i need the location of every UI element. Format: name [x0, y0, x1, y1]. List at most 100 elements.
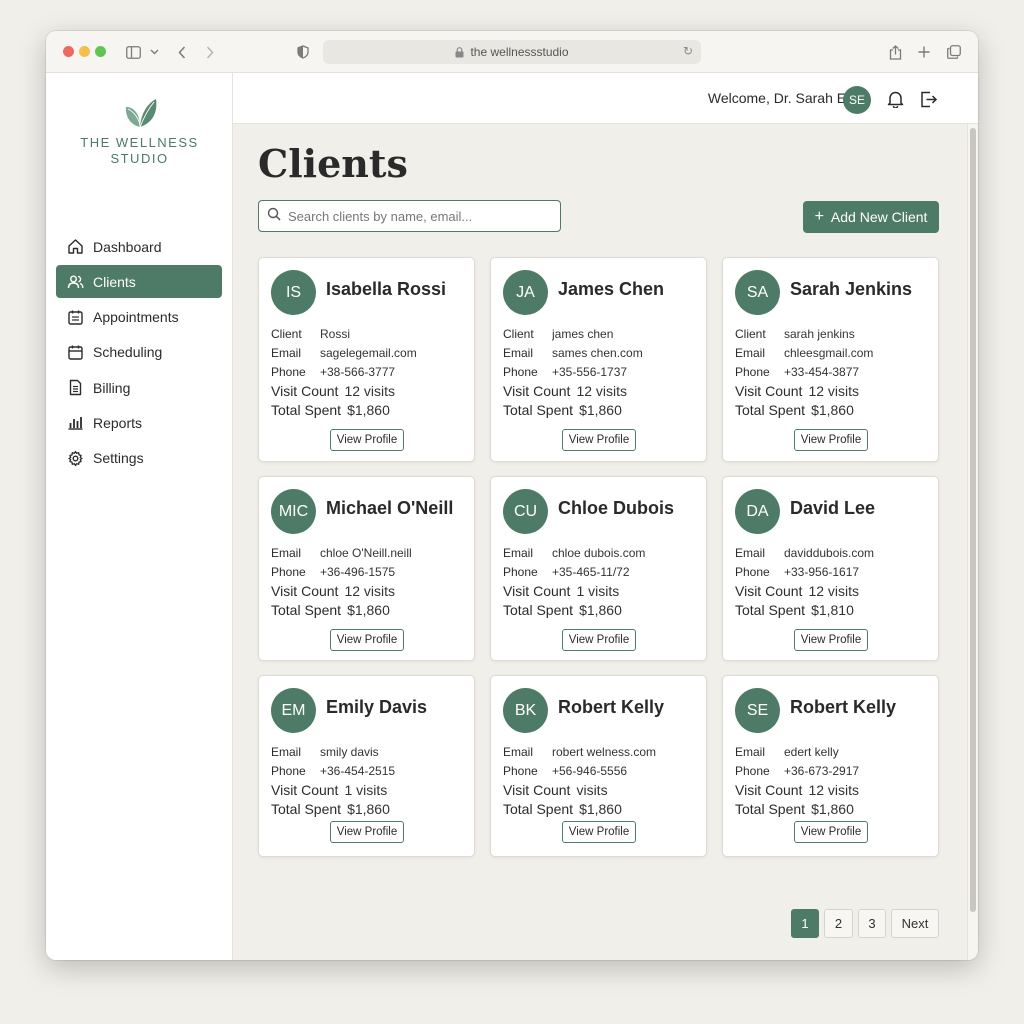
- scrollbar-thumb[interactable]: [970, 128, 976, 912]
- sidebar-item-billing[interactable]: Billing: [56, 371, 222, 404]
- search-input[interactable]: [288, 208, 548, 224]
- visit-count-label: Visit Count: [271, 781, 339, 798]
- view-profile-button[interactable]: View Profile: [330, 429, 404, 451]
- email-value: sagelegemail.com: [320, 345, 417, 360]
- client-label: Client: [503, 326, 534, 341]
- sidebar-item-appointments[interactable]: Appointments: [56, 301, 222, 334]
- phone-value: +35-556-1737: [552, 364, 628, 379]
- sidebar-item-settings[interactable]: Settings: [56, 442, 222, 475]
- phone-label: Phone: [735, 763, 770, 778]
- chevron-down-icon[interactable]: [147, 41, 161, 63]
- client-name: Chloe Dubois: [558, 498, 674, 518]
- phone-value: +33-454-3877: [784, 364, 860, 379]
- client-avatar: BK: [503, 688, 548, 733]
- email-value: sames chen.com: [552, 345, 643, 360]
- total-spent-value: $1,860: [579, 800, 622, 817]
- bell-icon[interactable]: [885, 89, 905, 109]
- next-page-button[interactable]: Next: [891, 909, 939, 938]
- client-value: james chen: [552, 326, 614, 341]
- client-card: JA James Chen Client james chen Email same…: [490, 257, 707, 462]
- minimize-window-button[interactable]: [79, 46, 90, 57]
- search-icon: [267, 207, 281, 226]
- shield-icon[interactable]: [295, 41, 311, 63]
- new-tab-icon[interactable]: [915, 41, 933, 63]
- brand-name-line1: THE WELLNESS: [80, 135, 199, 150]
- close-window-button[interactable]: [63, 46, 74, 57]
- client-card: DA David Lee Email daviddubois.com Phone +…: [722, 476, 939, 661]
- sidebar-item-scheduling[interactable]: Scheduling: [56, 336, 222, 369]
- sidebar-item-label: Appointments: [93, 309, 179, 326]
- email-value: edert kelly: [784, 744, 839, 759]
- visit-count-label: Visit Count: [735, 582, 803, 599]
- top-header: Welcome, Dr. Sarah E. SE: [233, 73, 978, 124]
- calendar-icon: [68, 345, 83, 360]
- client-avatar: EM: [271, 688, 316, 733]
- view-profile-button[interactable]: View Profile: [562, 629, 636, 651]
- sidebar-item-dashboard[interactable]: Dashboard: [56, 230, 222, 263]
- phone-label: Phone: [503, 763, 538, 778]
- forward-arrow-icon[interactable]: [202, 41, 218, 63]
- tabs-overview-icon[interactable]: [945, 41, 963, 63]
- email-label: Email: [735, 345, 766, 360]
- phone-value: +56-946-5556: [552, 763, 628, 778]
- address-bar[interactable]: the wellnessstudio ↻: [323, 40, 701, 64]
- sidebar-item-label: Billing: [93, 379, 131, 396]
- view-profile-button[interactable]: View Profile: [794, 821, 868, 843]
- visit-count-label: Visit Count: [503, 781, 571, 798]
- total-spent-label: Total Spent: [503, 401, 574, 418]
- email-label: Email: [271, 345, 302, 360]
- total-spent-value: $1,810: [811, 601, 854, 618]
- total-spent-label: Total Spent: [735, 800, 806, 817]
- sidebar-item-label: Reports: [93, 414, 143, 431]
- welcome-text: Welcome, Dr. Sarah E.: [707, 90, 850, 106]
- phone-label: Phone: [735, 364, 770, 379]
- sidebar-item-clients[interactable]: Clients: [56, 265, 222, 299]
- client-card: SA Sarah Jenkins Client sarah jenkins Ema…: [722, 257, 939, 462]
- sidebar-toggle-icon[interactable]: [124, 41, 142, 63]
- total-spent-value: $1,860: [579, 601, 622, 618]
- view-profile-button[interactable]: View Profile: [330, 821, 404, 843]
- email-label: Email: [503, 744, 534, 759]
- view-profile-button[interactable]: View Profile: [794, 429, 868, 451]
- client-card: EM Emily Davis Email smily davis Phone +36…: [258, 675, 475, 857]
- page-1-button[interactable]: 1: [791, 909, 819, 938]
- sidebar-item-reports[interactable]: Reports: [56, 406, 222, 439]
- total-spent-label: Total Spent: [735, 601, 806, 618]
- client-name: Robert Kelly: [790, 697, 897, 717]
- maximize-window-button[interactable]: [95, 46, 106, 57]
- reload-icon[interactable]: ↻: [683, 44, 693, 58]
- user-avatar[interactable]: SE: [843, 86, 871, 114]
- sidebar-item-label: Clients: [93, 273, 136, 290]
- add-new-client-button[interactable]: + Add New Client: [803, 201, 939, 233]
- total-spent-label: Total Spent: [271, 601, 342, 618]
- view-profile-button[interactable]: View Profile: [330, 629, 404, 651]
- phone-value: +38-566-3777: [320, 364, 396, 379]
- brand-name-line2: STUDIO: [110, 151, 169, 166]
- gear-icon: [68, 450, 83, 466]
- client-avatar: IS: [271, 270, 316, 315]
- view-profile-button[interactable]: View Profile: [794, 629, 868, 651]
- view-profile-button[interactable]: View Profile: [562, 429, 636, 451]
- phone-value: +36-673-2917: [784, 763, 860, 778]
- search-box[interactable]: [258, 200, 561, 232]
- back-arrow-icon[interactable]: [174, 41, 190, 63]
- total-spent-value: $1,860: [579, 401, 622, 418]
- add-new-client-label: Add New Client: [830, 209, 928, 225]
- client-name: Michael O'Neill: [326, 498, 454, 518]
- scrollbar[interactable]: [967, 124, 978, 960]
- logout-icon[interactable]: [919, 89, 939, 109]
- client-value: sarah jenkins: [784, 326, 855, 341]
- phone-value: +36-496-1575: [320, 564, 396, 579]
- users-icon: [67, 275, 84, 289]
- share-icon[interactable]: [886, 41, 904, 63]
- visit-count-value: 12 visits: [808, 781, 860, 798]
- client-label: Client: [735, 326, 766, 341]
- email-label: Email: [271, 744, 302, 759]
- visit-count-value: visits: [576, 781, 608, 798]
- page-2-button[interactable]: 2: [824, 909, 853, 938]
- page-3-button[interactable]: 3: [858, 909, 886, 938]
- client-name: Isabella Rossi: [326, 279, 447, 299]
- email-value: chloe O'Neill.neill: [320, 545, 412, 560]
- page-title: Clients: [258, 141, 408, 186]
- view-profile-button[interactable]: View Profile: [562, 821, 636, 843]
